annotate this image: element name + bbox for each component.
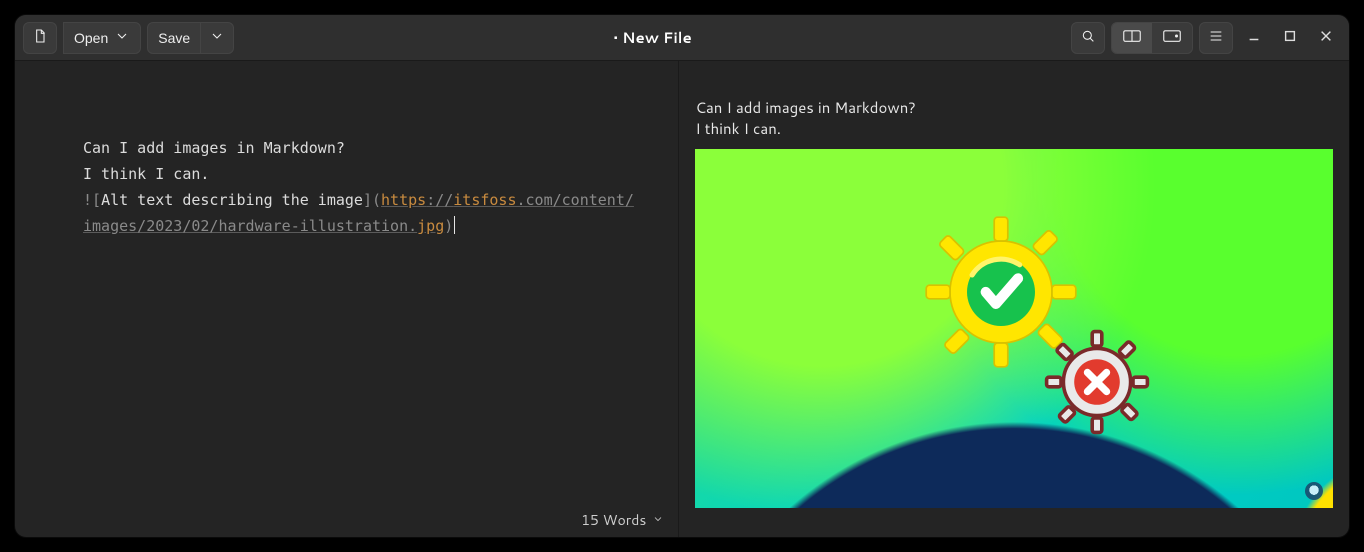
new-document-button[interactable]: [23, 22, 57, 54]
new-document-icon: [32, 28, 48, 47]
open-button-label: Open: [74, 30, 108, 46]
header-left-controls: Open Save: [23, 22, 234, 54]
search-button[interactable]: [1071, 22, 1105, 54]
save-button-label: Save: [158, 30, 190, 46]
view-mode-split[interactable]: [1112, 23, 1152, 53]
md-image-alt: Alt text describing the image: [101, 191, 363, 209]
url-sep: ://: [426, 191, 453, 209]
menu-button[interactable]: [1199, 22, 1233, 54]
url-rest-1: .com/content/: [517, 191, 634, 209]
header-right-controls: [1071, 22, 1341, 54]
window-maximize-button[interactable]: [1275, 22, 1305, 54]
image-watermark-icon: [1305, 482, 1323, 500]
window-close-icon: [1319, 26, 1333, 49]
text-caret: [454, 216, 455, 234]
chevron-down-icon: [114, 28, 130, 47]
url-ext: jpg: [417, 217, 444, 235]
url-scheme: https: [381, 191, 426, 209]
md-image-lbracket: [: [92, 191, 101, 209]
search-icon: [1080, 28, 1096, 47]
view-mode-preview[interactable]: [1152, 23, 1192, 53]
preview-image: [695, 149, 1333, 508]
window-title: • New File: [234, 27, 1071, 48]
open-button[interactable]: Open: [63, 22, 141, 54]
editor-line-2: I think I can.: [83, 165, 209, 183]
preview-pane: Can I add images in Markdown? I think I …: [679, 61, 1349, 537]
app-window: Open Save • New File: [14, 14, 1350, 538]
open-button-group: Open: [63, 22, 141, 54]
window-minimize-button[interactable]: [1239, 22, 1269, 54]
chevron-down-icon: [652, 510, 664, 530]
view-mode-switch: [1111, 22, 1193, 54]
editor-scroll[interactable]: Can I add images in Markdown? I think I …: [15, 61, 678, 503]
split-panes: Can I add images in Markdown? I think I …: [15, 61, 1349, 537]
window-minimize-icon: [1247, 26, 1261, 49]
url-rest-2: images/2023/02/hardware-illustration.: [83, 217, 417, 235]
header-bar: Open Save • New File: [15, 15, 1349, 61]
side-by-side-icon: [1123, 26, 1141, 49]
editor-line-1: Can I add images in Markdown?: [83, 139, 345, 157]
save-options-button[interactable]: [200, 22, 234, 54]
window-maximize-icon: [1283, 26, 1297, 49]
markdown-editor[interactable]: Can I add images in Markdown? I think I …: [15, 61, 678, 283]
url-host: itsfoss: [453, 191, 516, 209]
preview-paragraph-1: Can I add images in Markdown?: [695, 97, 1333, 118]
editor-status-bar: 15 Words: [15, 503, 678, 537]
md-image-rparen: ): [444, 217, 453, 235]
window-close-button[interactable]: [1311, 22, 1341, 54]
chevron-down-icon: [209, 28, 225, 47]
gear-cross-icon: [1037, 322, 1157, 442]
editor-pane: Can I add images in Markdown? I think I …: [15, 61, 679, 537]
md-image-bang: !: [83, 191, 92, 209]
word-count[interactable]: 15 Words: [581, 510, 646, 530]
save-button-group: Save: [147, 22, 234, 54]
preview-only-icon: [1163, 26, 1181, 49]
preview-scroll[interactable]: Can I add images in Markdown? I think I …: [679, 61, 1349, 537]
hamburger-menu-icon: [1208, 28, 1224, 47]
preview-paragraph-2: I think I can.: [695, 118, 1333, 139]
md-image-rbracket-lparen: ](: [363, 191, 381, 209]
save-button[interactable]: Save: [147, 22, 201, 54]
